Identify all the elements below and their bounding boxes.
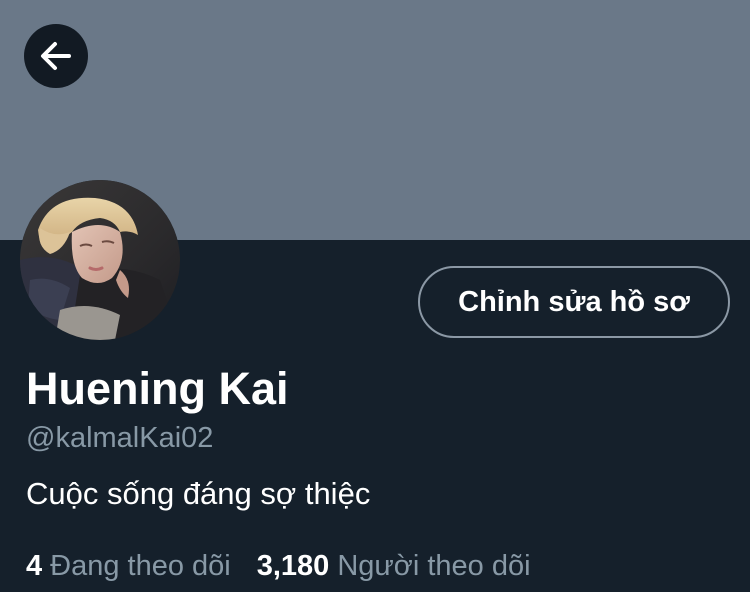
edit-profile-button[interactable]: Chỉnh sửa hồ sơ (418, 266, 730, 338)
avatar[interactable] (20, 180, 180, 340)
followers-label: Người theo dõi (337, 550, 531, 582)
user-handle: @kalmalKai02 (26, 422, 214, 454)
profile-stats: 4 Đang theo dõi 3,180 Người theo dõi (26, 546, 557, 586)
profile-bio: Cuộc sống đáng sợ thiệc (26, 476, 371, 511)
profile-page: Chỉnh sửa hồ sơ Huening Kai @kalmalKai02… (0, 0, 750, 592)
back-button[interactable] (24, 24, 88, 88)
following-link[interactable]: 4 Đang theo dõi (26, 546, 231, 586)
followers-link[interactable]: 3,180 Người theo dõi (257, 546, 531, 586)
followers-count: 3,180 (256, 550, 330, 582)
display-name: Huening Kai (26, 363, 289, 414)
following-label: Đang theo dõi (50, 550, 231, 582)
following-count: 4 (26, 550, 43, 582)
arrow-left-icon (41, 42, 71, 70)
